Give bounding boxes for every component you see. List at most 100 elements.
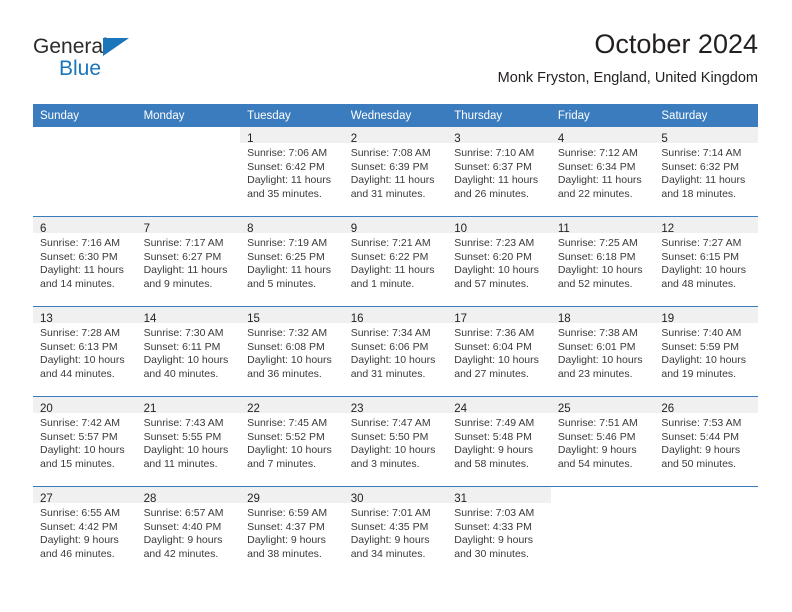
day-number: 10 <box>454 223 468 235</box>
daylight-text-line1: Daylight: 9 hours <box>454 444 534 457</box>
day-cell-inner: 3 Sunrise: 7:10 AM Sunset: 6:37 PM Daylight… <box>447 127 551 216</box>
daylight-text-line2: and 23 minutes. <box>557 367 633 380</box>
calendar-day-cell[interactable]: 3 Sunrise: 7:10 AM Sunset: 6:37 PM Daylight… <box>447 127 551 217</box>
generalblue-logo: General Blue <box>33 36 233 88</box>
calendar-day-cell[interactable]: 20 Sunrise: 7:42 AM Sunset: 5:57 PM Dayligh… <box>33 396 137 487</box>
day-number-band: 29 <box>240 487 344 505</box>
calendar-page: General Blue October 2024 Monk Fryston, … <box>0 0 792 612</box>
day-cell-inner: 20 Sunrise: 7:42 AM Sunset: 5:57 PM Dayligh… <box>33 397 137 486</box>
daylight-text-line2: and 42 minutes. <box>143 547 219 560</box>
calendar-day-cell[interactable]: 4 Sunrise: 7:12 AM Sunset: 6:34 PM Daylight… <box>550 127 655 217</box>
day-number: 4 <box>557 133 565 145</box>
sunset-text: Sunset: 6:08 PM <box>247 340 325 353</box>
day-cell-details: Sunrise: 7:47 AM Sunset: 5:50 PM Daylight:… <box>344 413 448 471</box>
daylight-text-line1: Daylight: 10 hours <box>143 354 229 367</box>
calendar-day-cell[interactable]: 24 Sunrise: 7:49 AM Sunset: 5:48 PM Dayligh… <box>447 396 551 487</box>
month-calendar-table: Sunday Monday Tuesday Wednesday Thursday Frid… <box>33 104 758 576</box>
calendar-day-cell[interactable]: 7 Sunrise: 7:17 AM Sunset: 6:27 PM Daylight… <box>136 216 241 307</box>
calendar-day-cell[interactable]: 5 Sunrise: 7:14 AM Sunset: 6:32 PM Daylight… <box>654 127 758 217</box>
daylight-text-line1: Daylight: 9 hours <box>143 534 223 547</box>
day-number: 2 <box>350 133 358 145</box>
day-cell-inner: 15 Sunrise: 7:32 AM Sunset: 6:08 PM Dayligh… <box>240 307 344 396</box>
calendar-day-cell[interactable]: 12 Sunrise: 7:27 AM Sunset: 6:15 PM Dayligh… <box>654 216 758 307</box>
calendar-day-cell[interactable]: 18 Sunrise: 7:38 AM Sunset: 6:01 PM Dayligh… <box>550 306 655 397</box>
day-cell-inner: 17 Sunrise: 7:36 AM Sunset: 6:04 PM Dayligh… <box>447 307 551 396</box>
day-number: 6 <box>40 223 47 235</box>
calendar-day-cell[interactable]: 22 Sunrise: 7:45 AM Sunset: 5:52 PM Dayligh… <box>240 396 344 487</box>
day-number: 20 <box>40 403 53 415</box>
day-number-band: 30 <box>343 487 448 505</box>
calendar-day-cell[interactable]: 30 Sunrise: 7:01 AM Sunset: 4:35 PM Dayligh… <box>343 486 448 576</box>
day-cell-details: Sunrise: 7:34 AM Sunset: 6:06 PM Daylight:… <box>344 323 448 381</box>
daylight-text-line2: and 40 minutes. <box>143 367 219 380</box>
day-cell-details: Sunrise: 7:36 AM Sunset: 6:04 PM Daylight:… <box>447 323 551 381</box>
sunrise-text: Sunrise: 7:47 AM <box>350 417 431 429</box>
day-number-band: 27 <box>33 487 137 505</box>
day-number-band: 5 <box>654 127 758 145</box>
calendar-day-cell[interactable]: 26 Sunrise: 7:53 AM Sunset: 5:44 PM Dayligh… <box>654 396 758 487</box>
day-cell-inner: 5 Sunrise: 7:14 AM Sunset: 6:32 PM Daylight… <box>654 127 758 216</box>
sunset-text: Sunset: 4:40 PM <box>143 520 222 533</box>
day-number-band: 18 <box>550 307 655 325</box>
day-cell-details: Sunrise: 7:53 AM Sunset: 5:44 PM Daylight:… <box>654 413 758 471</box>
calendar-day-cell[interactable]: 23 Sunrise: 7:47 AM Sunset: 5:50 PM Dayligh… <box>343 396 448 487</box>
logo-triangle-icon <box>103 38 129 56</box>
sunset-text: Sunset: 4:35 PM <box>350 520 429 533</box>
calendar-day-cell[interactable]: 16 Sunrise: 7:34 AM Sunset: 6:06 PM Dayligh… <box>343 306 448 397</box>
daylight-text-line1: Daylight: 11 hours <box>454 174 539 187</box>
daylight-text-line1: Daylight: 10 hours <box>40 354 125 367</box>
day-number-band <box>654 487 758 503</box>
calendar-day-cell-empty <box>33 127 137 217</box>
calendar-day-cell[interactable]: 13 Sunrise: 7:28 AM Sunset: 6:13 PM Dayligh… <box>33 306 137 397</box>
day-cell-inner: 7 Sunrise: 7:17 AM Sunset: 6:27 PM Daylight… <box>136 217 241 306</box>
title-block: October 2024 Monk Fryston, England, Unit… <box>498 28 758 87</box>
daylight-text-line2: and 36 minutes. <box>247 367 322 380</box>
day-number-band: 10 <box>447 217 551 235</box>
sunrise-text: Sunrise: 6:57 AM <box>143 507 224 519</box>
calendar-day-cell[interactable]: 15 Sunrise: 7:32 AM Sunset: 6:08 PM Dayligh… <box>240 306 344 397</box>
day-cell-inner: 25 Sunrise: 7:51 AM Sunset: 5:46 PM Dayligh… <box>550 397 655 486</box>
day-number: 14 <box>143 313 157 325</box>
day-number-band: 24 <box>447 397 551 415</box>
sunset-text: Sunset: 6:04 PM <box>454 340 532 353</box>
calendar-day-cell[interactable]: 31 Sunrise: 7:03 AM Sunset: 4:33 PM Dayligh… <box>447 486 551 576</box>
calendar-day-cell[interactable]: 14 Sunrise: 7:30 AM Sunset: 6:11 PM Dayligh… <box>136 306 241 397</box>
day-cell-inner: 22 Sunrise: 7:45 AM Sunset: 5:52 PM Dayligh… <box>240 397 344 486</box>
day-cell-details <box>654 503 758 507</box>
calendar-day-cell[interactable]: 19 Sunrise: 7:40 AM Sunset: 5:59 PM Dayligh… <box>654 306 758 397</box>
day-cell-details: Sunrise: 7:25 AM Sunset: 6:18 PM Daylight:… <box>551 233 655 291</box>
calendar-day-cell[interactable]: 9 Sunrise: 7:21 AM Sunset: 6:22 PM Daylight… <box>343 216 448 307</box>
day-number: 7 <box>143 223 150 235</box>
calendar-day-cell[interactable]: 27 Sunrise: 6:55 AM Sunset: 4:42 PM Dayligh… <box>33 486 137 576</box>
calendar-day-cell[interactable]: 10 Sunrise: 7:23 AM Sunset: 6:20 PM Dayligh… <box>447 216 551 307</box>
sunset-text: Sunset: 4:42 PM <box>40 520 118 533</box>
calendar-body: 1 Sunrise: 7:06 AM Sunset: 6:42 PM Daylight… <box>33 127 758 576</box>
calendar-day-cell[interactable]: 29 Sunrise: 6:59 AM Sunset: 4:37 PM Dayligh… <box>240 486 344 576</box>
day-number-band: 21 <box>136 397 241 415</box>
calendar-day-cell[interactable]: 11 Sunrise: 7:25 AM Sunset: 6:18 PM Dayligh… <box>550 216 655 307</box>
calendar-day-cell[interactable]: 1 Sunrise: 7:06 AM Sunset: 6:42 PM Daylight… <box>240 127 344 217</box>
calendar-day-cell[interactable]: 28 Sunrise: 6:57 AM Sunset: 4:40 PM Dayligh… <box>136 486 241 576</box>
calendar-day-cell[interactable]: 25 Sunrise: 7:51 AM Sunset: 5:46 PM Dayligh… <box>550 396 655 487</box>
day-number-band: 13 <box>33 307 137 325</box>
calendar-day-cell[interactable]: 17 Sunrise: 7:36 AM Sunset: 6:04 PM Dayligh… <box>447 306 551 397</box>
day-cell-inner: 30 Sunrise: 7:01 AM Sunset: 4:35 PM Dayligh… <box>343 487 448 576</box>
daylight-text-line1: Daylight: 11 hours <box>350 174 435 187</box>
daylight-text-line2: and 31 minutes. <box>350 187 426 200</box>
calendar-day-cell[interactable]: 6 Sunrise: 7:16 AM Sunset: 6:30 PM Daylight… <box>33 216 137 307</box>
daylight-text-line2: and 50 minutes. <box>661 457 737 470</box>
day-cell-inner <box>136 127 241 216</box>
sunset-text: Sunset: 4:37 PM <box>247 520 325 533</box>
weekday-header-tuesday: Tuesday <box>240 104 344 127</box>
day-number: 1 <box>247 133 254 145</box>
sunset-text: Sunset: 5:46 PM <box>557 430 636 443</box>
daylight-text-line2: and 31 minutes. <box>350 367 426 380</box>
day-number: 31 <box>454 493 468 505</box>
daylight-text-line2: and 22 minutes. <box>557 187 633 200</box>
day-number-band: 23 <box>343 397 448 415</box>
calendar-day-cell[interactable]: 21 Sunrise: 7:43 AM Sunset: 5:55 PM Dayligh… <box>136 396 241 487</box>
calendar-day-cell[interactable]: 8 Sunrise: 7:19 AM Sunset: 6:25 PM Daylight… <box>240 216 344 307</box>
calendar-day-cell[interactable]: 2 Sunrise: 7:08 AM Sunset: 6:39 PM Daylight… <box>343 127 448 217</box>
day-number-band <box>33 127 137 143</box>
sunset-text: Sunset: 6:25 PM <box>247 250 325 263</box>
